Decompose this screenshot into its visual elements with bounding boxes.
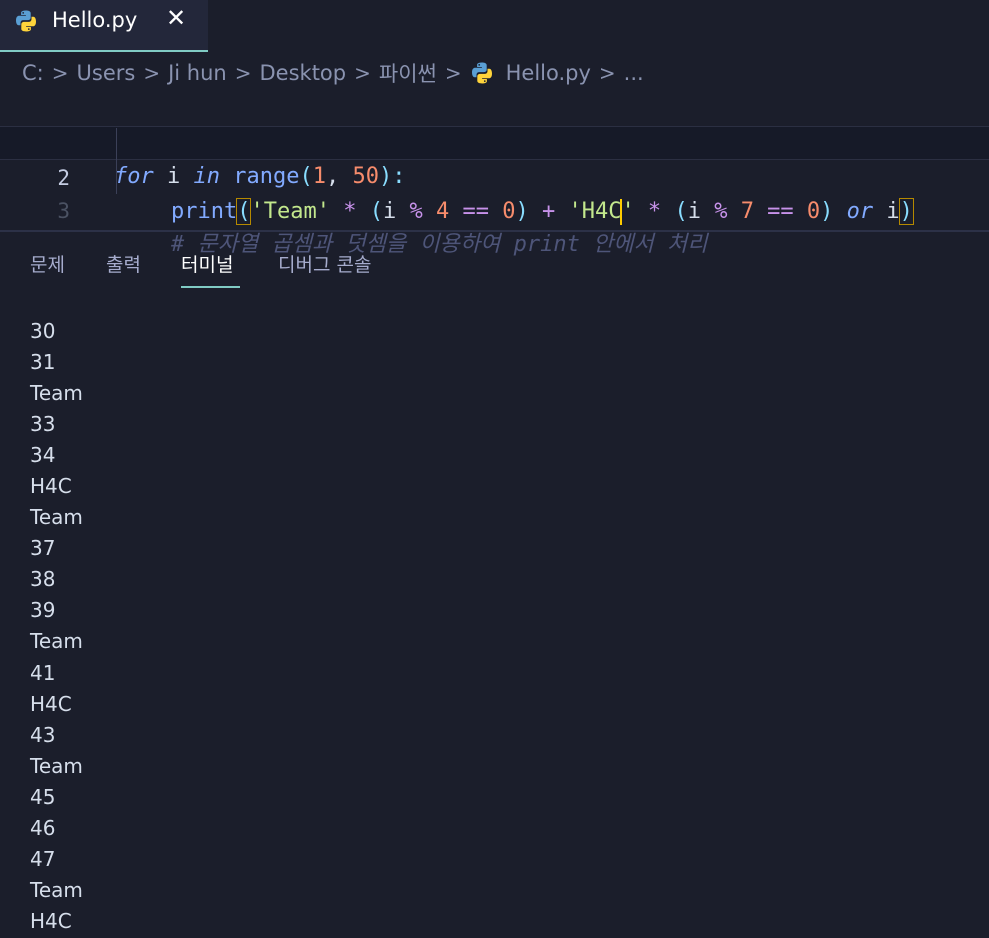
chevron-right-icon: >	[143, 61, 161, 85]
tab-output[interactable]: 출력	[106, 250, 141, 277]
terminal-line: Team	[30, 629, 83, 654]
tab-problems[interactable]: 문제	[30, 250, 65, 277]
terminal-line: Team	[30, 877, 83, 902]
chevron-right-icon: >	[444, 61, 462, 85]
terminal-line: 43	[30, 722, 56, 747]
breadcrumb-item-desktop[interactable]: Desktop	[260, 61, 347, 85]
breadcrumb-item-file[interactable]: Hello.py	[506, 61, 591, 85]
code-editor[interactable]: 1 for i in range(1, 50): 2 print('Team' …	[0, 92, 989, 257]
tab-hello-py[interactable]: Hello.py ✕	[0, 0, 208, 52]
terminal-output[interactable]: 30 31 Team 33 34 H4C Team 37 38 39 Team 41 H4C 43 Team…	[30, 316, 83, 937]
terminal-line: H4C	[30, 908, 72, 933]
python-icon	[16, 10, 36, 32]
terminal-line: Team	[30, 753, 83, 778]
terminal-line: 41	[30, 660, 56, 685]
indent-guide	[116, 128, 117, 194]
terminal-line: 33	[30, 412, 56, 437]
tab-label: Hello.py	[52, 8, 138, 32]
terminal-line: 38	[30, 567, 56, 592]
terminal-line: 37	[30, 536, 56, 561]
breadcrumb-item-symbol[interactable]: ...	[624, 61, 644, 85]
tab-debug-console[interactable]: 디버그 콘솔	[278, 250, 371, 277]
chevron-right-icon: >	[354, 61, 371, 85]
terminal-line: Team	[30, 505, 83, 530]
chevron-right-icon: >	[51, 61, 69, 85]
python-icon	[471, 62, 492, 84]
breadcrumb-item-folder[interactable]: 파이썬	[379, 58, 437, 88]
close-icon[interactable]: ✕	[166, 4, 186, 32]
terminal-line: 30	[30, 319, 56, 343]
terminal-line: Team	[30, 381, 83, 406]
chevron-right-icon: >	[598, 61, 616, 85]
terminal-line: H4C	[30, 474, 72, 499]
terminal-line: 47	[30, 846, 56, 871]
panel-tab-bar: 문제 출력 터미널 디버그 콘솔	[0, 232, 989, 292]
breadcrumb-item-drive[interactable]: C:	[22, 61, 44, 85]
breadcrumb: C: > Users > Ji hun > Desktop > 파이썬 > He…	[22, 58, 644, 88]
terminal-line: 34	[30, 443, 56, 468]
chevron-right-icon: >	[234, 61, 252, 85]
code-line-1[interactable]: 1 for i in range(1, 50):	[0, 92, 989, 189]
editor-tab-bar: Hello.py ✕	[0, 0, 989, 53]
breadcrumb-item-users[interactable]: Users	[77, 61, 136, 85]
tab-terminal[interactable]: 터미널	[181, 250, 233, 277]
terminal-line: 46	[30, 815, 56, 840]
breadcrumb-item-user[interactable]: Ji hun	[168, 61, 227, 85]
terminal-line: H4C	[30, 691, 72, 716]
code-line-2[interactable]: 2 print('Team' * (i % 4 == 0) + 'H4C' * …	[0, 126, 989, 225]
code-text: print('Team' * (i % 4 == 0) + 'H4C' * (i…	[171, 198, 914, 225]
terminal-line: 45	[30, 784, 56, 809]
active-tab-indicator	[181, 286, 240, 288]
code-line-3[interactable]: 3 # 문자열 곱셈과 덧셈을 이용하여 print 안에서 처리	[0, 160, 989, 257]
tab-bar-empty	[208, 0, 989, 53]
terminal-line: 39	[30, 598, 56, 623]
line-number: 3	[57, 199, 70, 223]
terminal-line: 31	[30, 350, 56, 375]
